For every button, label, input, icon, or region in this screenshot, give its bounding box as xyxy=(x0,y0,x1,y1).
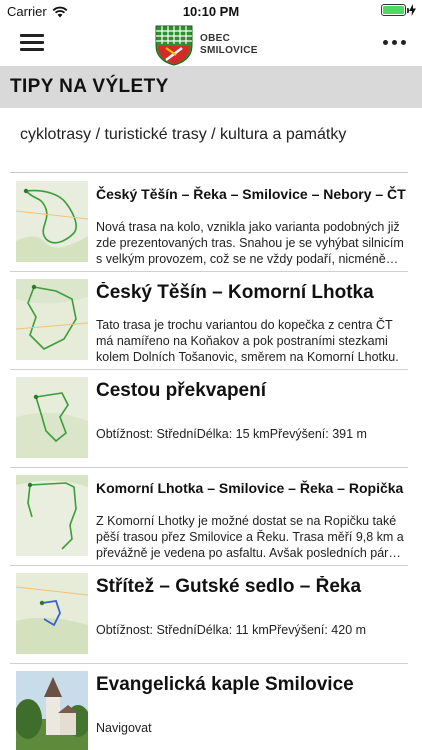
route-map-thumbnail xyxy=(16,279,88,360)
page-title: TIPY NA VÝLETY xyxy=(10,76,169,97)
section-header: TIPY NA VÝLETY xyxy=(0,66,422,108)
menu-button[interactable] xyxy=(20,34,44,52)
clock: 10:10 PM xyxy=(182,4,240,19)
trip-list: Český Těšín – Řeka – Smilovice – Nebory … xyxy=(0,174,422,750)
battery-level xyxy=(383,6,404,14)
item-title: Český Těšín – Komorní Lhotka xyxy=(96,282,374,303)
item-description: Tato trasa je trochu variantou do kopečk… xyxy=(96,318,399,364)
item-description: Obtížnost: StředníDélka: 15 kmPřevýšení:… xyxy=(96,427,367,441)
category-filter-text: cyklotrasy / turistické trasy / kultura … xyxy=(20,126,347,143)
coat-of-arms-icon xyxy=(155,25,193,66)
list-item[interactable]: Cestou překvapení Obtížnost: StředníDélk… xyxy=(0,370,422,468)
list-item[interactable]: Český Těšín – Řeka – Smilovice – Nebory … xyxy=(0,174,422,272)
logo-line1: OBEC xyxy=(200,33,231,44)
more-options-button[interactable] xyxy=(383,40,406,45)
battery-icon xyxy=(381,4,409,16)
app-logo: OBEC SMILOVICE xyxy=(154,24,258,66)
logo-line2: SMILOVICE xyxy=(200,45,258,56)
item-title: Evangelická kaple Smilovice xyxy=(96,674,354,695)
divider xyxy=(10,172,408,173)
item-title: Český Těšín – Řeka – Smilovice – Nebory … xyxy=(96,186,406,202)
item-title: Komorní Lhotka – Smilovice – Řeka – Ropi… xyxy=(96,480,404,496)
item-description: Nová trasa na kolo, vznikla jako variant… xyxy=(96,220,404,266)
nav-bar: OBEC SMILOVICE xyxy=(0,22,422,66)
route-map-thumbnail xyxy=(16,573,88,654)
item-title: Střítež – Gutské sedlo – Řeka xyxy=(96,576,362,597)
route-map-thumbnail xyxy=(16,181,88,262)
route-map-thumbnail xyxy=(16,377,88,458)
charging-bolt-icon xyxy=(409,4,416,16)
item-description: Z Komorní Lhotky je možné dostat se na R… xyxy=(96,514,404,560)
status-bar: Carrier 10:10 PM xyxy=(0,0,422,22)
item-title: Cestou překvapení xyxy=(96,380,266,401)
battery-indicator xyxy=(381,4,416,16)
list-item[interactable]: Český Těšín – Komorní Lhotka Tato trasa … xyxy=(0,272,422,370)
list-item[interactable]: Evangelická kaple Smilovice Navigovat xyxy=(0,664,422,750)
chapel-photo xyxy=(16,671,88,750)
list-item[interactable]: Střítež – Gutské sedlo – Řeka Obtížnost:… xyxy=(0,566,422,664)
list-item[interactable]: Komorní Lhotka – Smilovice – Řeka – Ropi… xyxy=(0,468,422,566)
route-map-thumbnail xyxy=(16,475,88,556)
navigate-link[interactable]: Navigovat xyxy=(96,720,406,736)
item-description: Obtížnost: StředníDélka: 11 kmPřevýšení:… xyxy=(96,623,367,637)
